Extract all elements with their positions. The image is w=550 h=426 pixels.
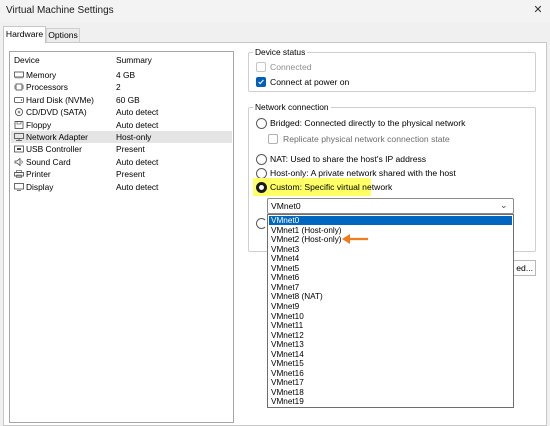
device-name: Printer	[26, 169, 51, 180]
hard-disk-icon	[14, 96, 24, 103]
vmnet-option[interactable]: VMnet18	[269, 388, 512, 397]
device-summary: Host-only	[116, 132, 152, 142]
processor-icon	[14, 83, 24, 91]
vmnet-option[interactable]: VMnet2 (Host-only)	[269, 235, 512, 244]
device-summary: Auto detect	[116, 107, 159, 118]
connected-label: Connected	[270, 62, 312, 72]
nat-label: NAT: Used to share the host's IP address	[270, 154, 427, 164]
device-summary: Present	[116, 169, 145, 180]
vmnet-option[interactable]: VMnet5	[269, 264, 512, 273]
device-name: CD/DVD (SATA)	[26, 107, 87, 118]
vmnet-option[interactable]: VMnet10	[269, 312, 512, 321]
device-name: Processors	[26, 82, 68, 93]
tab-options[interactable]: Options	[46, 28, 80, 42]
device-summary: Auto detect	[116, 181, 159, 192]
custom-label: Custom: Specific virtual network	[270, 182, 393, 192]
sound-card-icon	[14, 157, 23, 166]
device-row-display[interactable]: Display Auto detect	[11, 181, 232, 193]
device-row-sound-card[interactable]: Sound Card Auto detect	[11, 156, 232, 168]
vmnet-select-value: VMnet0	[271, 201, 301, 211]
device-name: Hard Disk (NVMe)	[26, 94, 94, 105]
network-connection-title: Network connection	[253, 102, 331, 113]
device-summary: Present	[116, 144, 145, 155]
device-row-memory[interactable]: Memory 4 GB	[11, 69, 232, 81]
title-bar: Virtual Machine Settings ✕	[0, 0, 550, 22]
device-summary: 60 GB	[116, 94, 140, 105]
device-status-title: Device status	[253, 47, 308, 58]
lan-segment-radio[interactable]	[256, 218, 267, 229]
device-row-floppy[interactable]: Floppy Auto detect	[11, 119, 232, 131]
device-summary: Auto detect	[116, 119, 159, 130]
device-row-network-adapter[interactable]: Network Adapter Host-only	[11, 131, 232, 144]
device-row-hard-disk[interactable]: Hard Disk (NVMe) 60 GB	[11, 94, 232, 106]
device-column-header: Device	[14, 55, 40, 65]
device-name: USB Controller	[26, 144, 82, 155]
vmnet-option[interactable]: VMnet9	[269, 302, 512, 311]
connected-checkbox[interactable]	[256, 62, 266, 72]
device-name: Display	[26, 181, 54, 192]
vmnet-option[interactable]: VMnet12	[269, 331, 512, 340]
nat-radio[interactable]	[256, 154, 267, 165]
device-row-printer[interactable]: Printer Present	[11, 168, 232, 180]
arrow-annotation-icon	[342, 234, 368, 244]
summary-column-header: Summary	[116, 55, 152, 65]
tab-hardware[interactable]: Hardware	[3, 26, 46, 43]
replicate-checkbox[interactable]	[268, 134, 278, 144]
check-icon	[258, 79, 264, 85]
device-name: Network Adapter	[26, 132, 88, 142]
chevron-down-icon: ⌄	[500, 200, 508, 210]
close-button[interactable]: ✕	[530, 2, 546, 18]
printer-icon	[14, 170, 24, 178]
connect-at-power-on-label: Connect at power on	[270, 77, 350, 87]
advanced-button[interactable]: ed...	[514, 260, 536, 276]
vmnet-option[interactable]: VMnet0	[269, 216, 512, 226]
connect-at-power-on-checkbox[interactable]	[256, 77, 266, 87]
custom-radio[interactable]	[256, 182, 267, 193]
replicate-label: Replicate physical network connection st…	[283, 134, 450, 144]
network-adapter-icon	[14, 133, 24, 141]
floppy-icon	[14, 120, 24, 129]
window-title: Virtual Machine Settings	[6, 5, 114, 16]
vmnet-option[interactable]: VMnet8 (NAT)	[269, 292, 512, 301]
vmnet-option[interactable]: VMnet11	[269, 321, 512, 330]
bridged-radio[interactable]	[256, 118, 267, 129]
vmnet-select[interactable]: VMnet0 ⌄	[267, 198, 514, 214]
vmnet-option[interactable]: VMnet3	[269, 245, 512, 254]
vmnet-option[interactable]: VMnet1 (Host-only)	[269, 226, 512, 235]
cd-dvd-icon	[15, 108, 23, 117]
vmnet-dropdown-list: VMnet0 VMnet1 (Host-only) VMnet2 (Host-onl…	[267, 214, 514, 408]
vmnet-option[interactable]: VMnet6	[269, 273, 512, 282]
usb-icon	[14, 145, 24, 153]
device-summary: Auto detect	[116, 156, 159, 167]
vmnet-option[interactable]: VMnet17	[269, 378, 512, 387]
device-row-usb-controller[interactable]: USB Controller Present	[11, 143, 232, 155]
device-table: Device Summary Memory 4 GB Processors 2 …	[9, 51, 234, 423]
device-row-cd-dvd[interactable]: CD/DVD (SATA) Auto detect	[11, 106, 232, 118]
device-row-processors[interactable]: Processors 2	[11, 81, 232, 93]
vmnet-option[interactable]: VMnet4	[269, 254, 512, 263]
vmnet-option[interactable]: VMnet19	[269, 397, 512, 406]
bridged-label: Bridged: Connected directly to the physi…	[270, 118, 466, 128]
device-summary: 4 GB	[116, 70, 136, 80]
vmnet-option[interactable]: VMnet15	[269, 359, 512, 368]
vmnet-option[interactable]: VMnet14	[269, 350, 512, 359]
vmnet-option[interactable]: VMnet7	[269, 283, 512, 292]
device-summary: 2	[116, 82, 121, 93]
device-name: Memory	[26, 70, 57, 80]
vmnet-option[interactable]: VMnet16	[269, 369, 512, 378]
vmnet-option[interactable]: VMnet13	[269, 340, 512, 349]
device-name: Floppy	[26, 119, 52, 130]
display-icon	[14, 182, 24, 191]
advanced-button-label: ed...	[516, 263, 533, 273]
memory-icon	[14, 71, 24, 79]
device-name: Sound Card	[26, 156, 71, 167]
